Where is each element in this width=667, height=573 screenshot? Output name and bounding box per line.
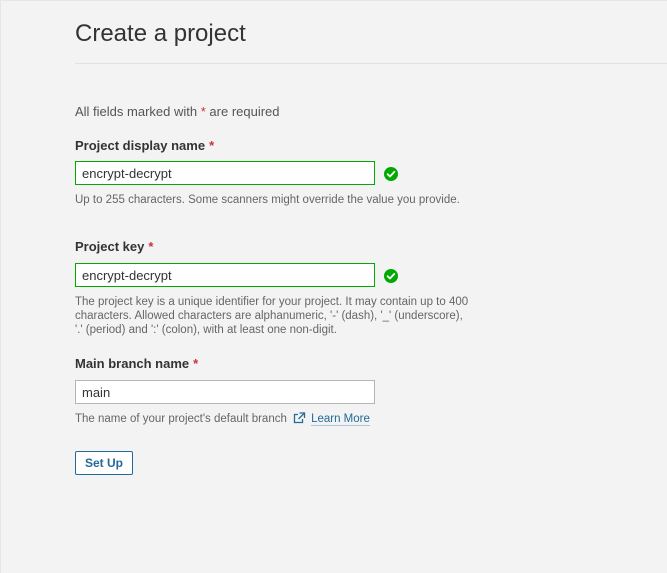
display-name-help: Up to 255 characters. Some scanners migh… bbox=[75, 194, 460, 206]
display-name-check-icon bbox=[384, 167, 398, 181]
required-fields-note: All fields marked with * are required bbox=[75, 104, 280, 120]
create-project-page: Create a project All fields marked with … bbox=[0, 0, 667, 573]
setup-button[interactable]: Set Up bbox=[75, 451, 134, 475]
main-branch-label: Main branch name * bbox=[75, 356, 198, 372]
required-star: * bbox=[148, 239, 154, 254]
main-branch-help-text: The name of your project's default branc… bbox=[75, 413, 287, 425]
page-title: Create a project bbox=[75, 20, 246, 47]
required-star: * bbox=[209, 138, 215, 153]
title-divider bbox=[75, 63, 667, 64]
project-key-label-text: Project key bbox=[75, 239, 145, 254]
project-key-help: The project key is a unique identifier f… bbox=[75, 296, 469, 336]
display-name-label-text: Project display name bbox=[75, 138, 206, 153]
project-key-input[interactable] bbox=[75, 263, 375, 287]
required-star: * bbox=[200, 104, 206, 119]
external-link-icon bbox=[293, 412, 306, 428]
required-note-prefix: All fields marked with bbox=[75, 104, 198, 119]
display-name-label: Project display name * bbox=[75, 138, 214, 154]
project-key-check-icon bbox=[384, 269, 398, 283]
main-branch-label-text: Main branch name bbox=[75, 356, 190, 371]
main-branch-help: The name of your project's default branc… bbox=[75, 412, 470, 428]
learn-more-link[interactable]: Learn More bbox=[311, 413, 370, 426]
required-star: * bbox=[193, 356, 199, 371]
project-key-label: Project key * bbox=[75, 239, 153, 255]
required-note-suffix: are required bbox=[209, 104, 280, 119]
main-branch-input[interactable] bbox=[75, 380, 375, 404]
display-name-input[interactable] bbox=[75, 161, 375, 185]
